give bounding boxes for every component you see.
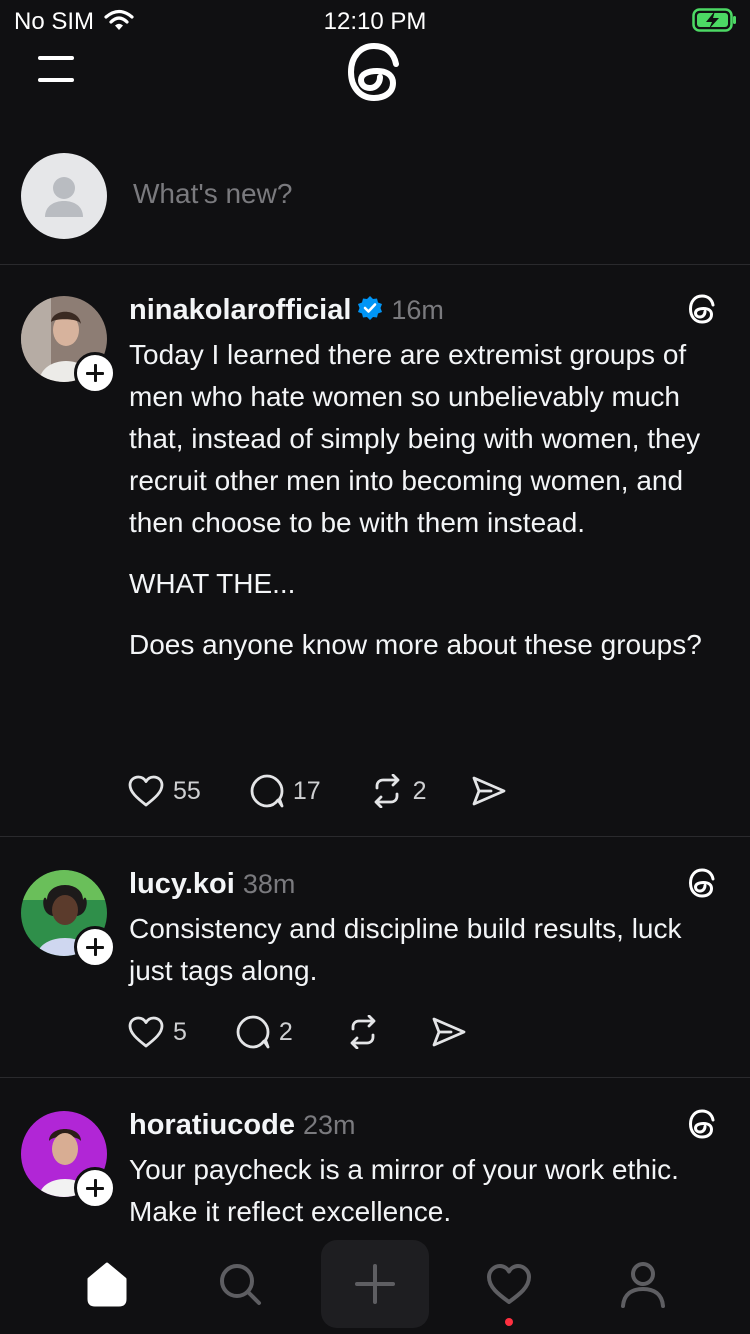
tab-profile[interactable] bbox=[603, 1240, 683, 1328]
app-header bbox=[0, 40, 750, 120]
send-icon bbox=[472, 776, 505, 806]
menu-icon[interactable] bbox=[38, 54, 74, 84]
reply-button[interactable]: 17 bbox=[249, 773, 321, 809]
post-actions: 55 17 2 bbox=[127, 773, 507, 809]
post-paragraph: Does anyone know more about these groups… bbox=[129, 629, 702, 660]
post-paragraph: WHAT THE... bbox=[129, 568, 296, 599]
new-post-composer[interactable]: What's new? bbox=[0, 150, 750, 265]
post-time: 23m bbox=[302, 1109, 356, 1140]
avatar-placeholder-icon bbox=[21, 153, 107, 239]
profile-icon bbox=[621, 1262, 665, 1308]
create-icon bbox=[355, 1264, 395, 1304]
like-button[interactable]: 5 bbox=[127, 1015, 187, 1049]
composer-placeholder[interactable]: What's new? bbox=[133, 178, 292, 210]
verified-badge-icon bbox=[357, 295, 383, 326]
reply-count: 17 bbox=[292, 776, 321, 805]
tab-search[interactable] bbox=[200, 1240, 280, 1328]
threads-logo-icon[interactable] bbox=[686, 293, 718, 330]
like-button[interactable]: 55 bbox=[127, 774, 201, 808]
post-paragraph: Consistency and discipline build results… bbox=[129, 913, 682, 986]
repost-icon bbox=[374, 774, 400, 808]
post-time: 16m bbox=[391, 294, 444, 325]
like-count: 55 bbox=[173, 776, 201, 805]
activity-icon bbox=[487, 1264, 531, 1304]
like-count: 5 bbox=[173, 1017, 187, 1046]
tab-home[interactable] bbox=[67, 1240, 147, 1328]
post-paragraph: Your paycheck is a mirror of your work e… bbox=[129, 1154, 679, 1227]
threads-logo-icon[interactable] bbox=[686, 1108, 718, 1145]
post-item[interactable]: lucy.koi 38m Consistency and discipline … bbox=[0, 867, 750, 1078]
follow-plus-icon[interactable] bbox=[74, 926, 116, 968]
divider bbox=[0, 836, 750, 837]
post-paragraph: Today I learned there are extremist grou… bbox=[129, 339, 701, 538]
battery-charging-icon bbox=[692, 8, 738, 37]
repost-button[interactable]: 2 bbox=[369, 774, 427, 808]
post-header: ninakolarofficial 16m bbox=[129, 292, 444, 328]
follow-plus-icon[interactable] bbox=[74, 1167, 116, 1209]
repost-icon bbox=[350, 1015, 376, 1049]
post-text: Your paycheck is a mirror of your work e… bbox=[129, 1149, 729, 1252]
notification-dot bbox=[505, 1318, 513, 1326]
follow-plus-icon[interactable] bbox=[74, 352, 116, 394]
tab-activity[interactable] bbox=[469, 1240, 549, 1328]
heart-icon bbox=[128, 775, 164, 807]
post-username[interactable]: lucy.koi bbox=[129, 868, 235, 901]
post-username[interactable]: horatiucode bbox=[129, 1109, 295, 1142]
search-icon bbox=[220, 1264, 261, 1305]
repost-count: 2 bbox=[412, 776, 427, 805]
threads-logo-icon[interactable] bbox=[342, 40, 406, 109]
repost-button[interactable] bbox=[345, 1015, 381, 1049]
post-text: Consistency and discipline build results… bbox=[129, 908, 729, 1011]
post-item[interactable]: ninakolarofficial 16m Today I learned th… bbox=[0, 293, 750, 837]
home-icon bbox=[87, 1262, 127, 1307]
post-header: horatiucode 23m bbox=[129, 1107, 356, 1143]
bottom-tab-bar bbox=[0, 1240, 750, 1334]
post-header: lucy.koi 38m bbox=[129, 866, 295, 902]
threads-logo-icon[interactable] bbox=[686, 867, 718, 904]
post-time: 38m bbox=[242, 868, 296, 899]
send-icon bbox=[432, 1017, 466, 1047]
status-bar: No SIM 12:10 PM bbox=[0, 0, 750, 40]
reply-count: 2 bbox=[278, 1017, 293, 1046]
divider bbox=[0, 1077, 750, 1078]
post-username[interactable]: ninakolarofficial bbox=[129, 294, 351, 327]
post-item[interactable]: horatiucode 23m Your paycheck is a mirro… bbox=[0, 1108, 750, 1240]
comment-icon bbox=[250, 774, 284, 808]
comment-icon bbox=[236, 1015, 270, 1049]
share-button[interactable] bbox=[431, 1016, 467, 1048]
status-time: 12:10 PM bbox=[323, 8, 427, 35]
reply-button[interactable]: 2 bbox=[235, 1014, 293, 1050]
post-text: Today I learned there are extremist grou… bbox=[129, 334, 729, 685]
share-button[interactable] bbox=[471, 775, 507, 807]
create-post-button[interactable] bbox=[321, 1240, 429, 1328]
heart-icon bbox=[128, 1016, 164, 1048]
post-actions: 5 2 bbox=[127, 1014, 467, 1050]
